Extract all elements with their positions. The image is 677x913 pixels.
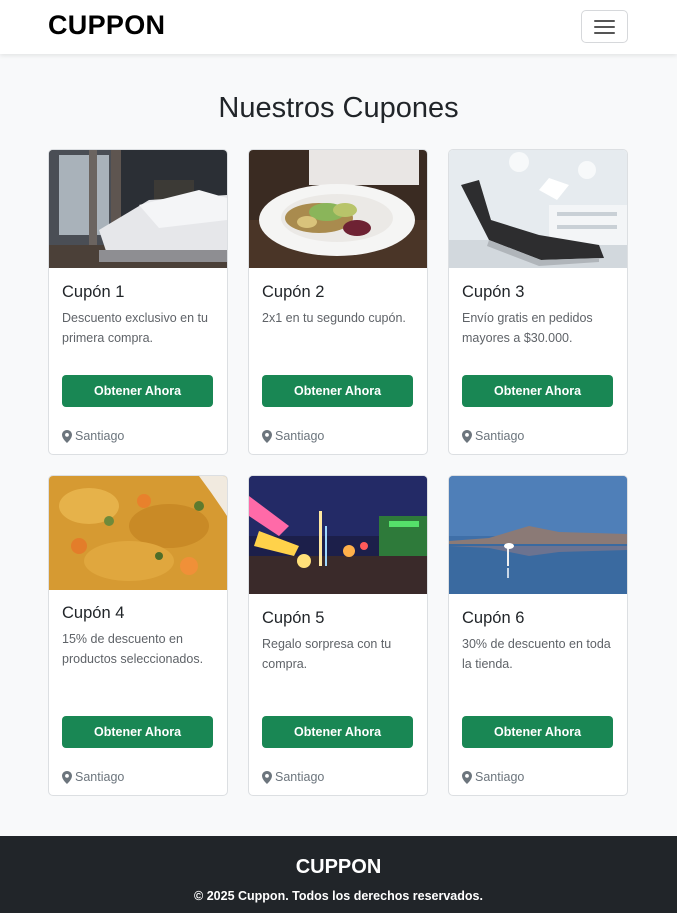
location-label: Santiago [275, 770, 325, 784]
coupon-card: Cupón 2 2x1 en tu segundo cupón. Obtener… [248, 149, 428, 455]
salt-lake-flamingo-photo [449, 476, 627, 594]
card-location: Santiago [462, 429, 524, 443]
navbar-toggle-button[interactable] [581, 10, 628, 43]
coupon-card: Cupón 3 Envío gratis en pedidos mayores … [448, 149, 628, 455]
map-pin-icon [62, 770, 72, 784]
map-pin-icon [462, 770, 472, 784]
card-location: Santiago [62, 429, 124, 443]
location-label: Santiago [75, 770, 125, 784]
card-title: Cupón 2 [262, 283, 325, 301]
vegetable-stew-photo [49, 476, 227, 590]
coupon-card: Cupón 6 30% de descuento en toda la tien… [448, 475, 628, 796]
hamburger-line [594, 32, 615, 34]
footer-brand: CUPPON [295, 856, 382, 878]
coupon-card: Cupón 1 Descuento exclusivo en tu primer… [48, 149, 228, 455]
card-description: 30% de descuento en toda la tienda. [462, 637, 611, 671]
bedroom-photo [49, 150, 227, 268]
hamburger-menu-icon [594, 20, 615, 22]
location-label: Santiago [75, 429, 125, 443]
map-pin-icon [462, 429, 472, 443]
obtain-now-button[interactable]: Obtener Ahora [262, 716, 413, 748]
card-description: Regalo sorpresa con tu compra. [262, 637, 392, 671]
card-title: Cupón 4 [62, 604, 125, 622]
map-pin-icon [262, 429, 272, 443]
card-title: Cupón 5 [262, 609, 325, 627]
card-location: Santiago [462, 770, 524, 784]
card-location: Santiago [262, 770, 324, 784]
coupon-card: Cupón 5 Regalo sorpresa con tu compra. O… [248, 475, 428, 796]
card-location: Santiago [262, 429, 324, 443]
obtain-now-button[interactable]: Obtener Ahora [262, 375, 413, 407]
coupon-card: Cupón 4 15% de descuento en productos se… [48, 475, 228, 796]
page-title: Nuestros Cupones [218, 92, 459, 124]
card-description: 15% de descuento en productos selecciona… [62, 632, 204, 666]
card-description: 2x1 en tu segundo cupón. [262, 311, 406, 325]
footer-copyright: © 2025 Cuppon. Todos los derechos reserv… [194, 889, 483, 903]
obtain-now-button[interactable]: Obtener Ahora [462, 375, 613, 407]
location-label: Santiago [475, 770, 525, 784]
obtain-now-button[interactable]: Obtener Ahora [62, 375, 213, 407]
salad-plate-photo [249, 150, 427, 268]
dental-chair-photo [449, 150, 627, 268]
card-title: Cupón 1 [62, 283, 125, 301]
footer: CUPPON © 2025 Cuppon. Todos los derechos… [0, 836, 677, 913]
map-pin-icon [262, 770, 272, 784]
card-location: Santiago [62, 770, 124, 784]
hamburger-line [594, 26, 615, 28]
night-fair-photo [249, 476, 427, 594]
brand-logo[interactable]: CUPPON [48, 10, 165, 41]
card-description: Envío gratis en pedidos mayores a $30.00… [462, 311, 593, 345]
obtain-now-button[interactable]: Obtener Ahora [62, 716, 213, 748]
location-label: Santiago [275, 429, 325, 443]
location-label: Santiago [475, 429, 525, 443]
obtain-now-button[interactable]: Obtener Ahora [462, 716, 613, 748]
card-description: Descuento exclusivo en tu primera compra… [62, 311, 208, 345]
map-pin-icon [62, 429, 72, 443]
card-title: Cupón 6 [462, 609, 525, 627]
card-title: Cupón 3 [462, 283, 525, 301]
navbar: CUPPON [0, 0, 677, 54]
